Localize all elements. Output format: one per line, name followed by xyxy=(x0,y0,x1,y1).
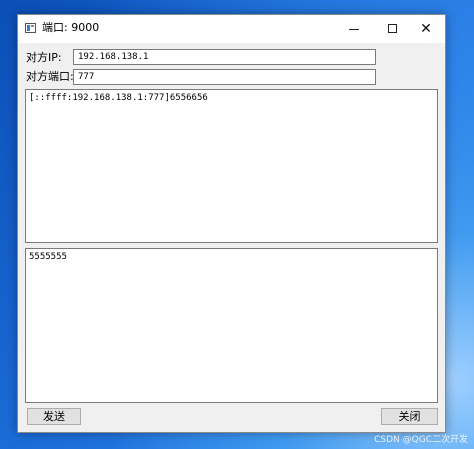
receive-textarea[interactable]: [::ffff:192.168.138.1:777]6556656 xyxy=(25,89,438,243)
app-icon xyxy=(25,23,36,33)
send-button[interactable]: 发送 xyxy=(27,408,81,425)
watermark-text: CSDN @QGC二次开发 xyxy=(374,435,468,445)
app-window: 端口: 9000 ✕ 对方IP: 192.168.138.1 对方端口: 777… xyxy=(17,14,446,433)
minimize-button[interactable] xyxy=(336,15,374,43)
close-button[interactable]: 关闭 xyxy=(381,408,438,425)
ip-label: 对方IP: xyxy=(26,51,62,64)
port-label: 对方端口: xyxy=(26,70,74,83)
port-input[interactable]: 777 xyxy=(73,69,376,85)
maximize-icon xyxy=(388,24,397,33)
close-icon: ✕ xyxy=(420,21,432,37)
close-window-button[interactable]: ✕ xyxy=(407,15,445,43)
minimize-icon xyxy=(349,29,359,30)
title-bar[interactable]: 端口: 9000 ✕ xyxy=(18,15,445,43)
window-title: 端口: 9000 xyxy=(42,21,100,34)
ip-input[interactable]: 192.168.138.1 xyxy=(73,49,376,65)
send-textarea[interactable]: 5555555 xyxy=(25,248,438,403)
